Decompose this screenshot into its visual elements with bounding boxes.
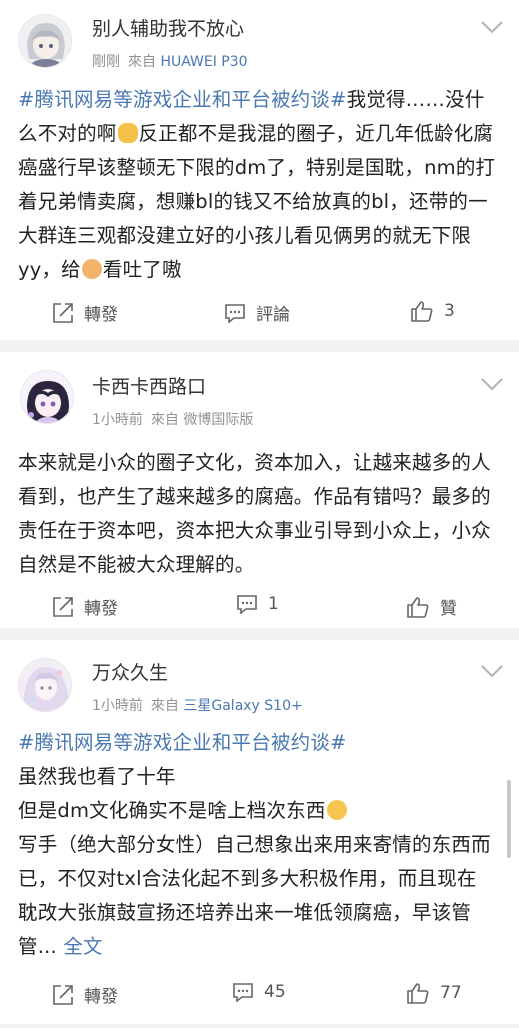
thumbs-up-icon — [407, 983, 429, 1004]
like-count: 77 — [440, 983, 462, 1003]
topic-link[interactable]: #腾讯网易等游戏企业和平台被约谈# — [18, 88, 347, 111]
old-man-emoji — [81, 259, 102, 279]
username[interactable]: 万众久生 — [92, 658, 168, 685]
post-text: 本来就是小众的圈子文化，资本加入，让越来越多的人看到，也产生了越来越多的腐癌。作… — [18, 451, 491, 576]
weibo-post: 别人辅助我不放心 剛剛 來自 HUAWEI P30 #腾讯网易等游戏企业和平台被约… — [0, 0, 519, 340]
like-button[interactable]: 77 — [406, 982, 462, 1004]
chevron-down-icon[interactable] — [481, 377, 503, 391]
username[interactable]: 卡西卡西路口 — [92, 372, 206, 399]
post-text: 看吐了嗷 — [102, 258, 182, 281]
like-count: 3 — [444, 301, 455, 321]
post-header: 别人辅助我不放心 剛剛 來自 HUAWEI P30 — [0, 0, 519, 70]
comment-icon — [233, 983, 253, 1002]
repost-button[interactable]: 轉發 — [52, 594, 118, 619]
post-text-span: 但是dm文化确实不是啥上档次东西 — [18, 799, 326, 822]
post-source[interactable]: 微博国际版 — [183, 412, 253, 428]
like-label: 贊 — [440, 599, 457, 619]
post-source[interactable]: HUAWEI P30 — [160, 54, 247, 70]
read-more-link[interactable]: 全文 — [63, 935, 102, 958]
username[interactable]: 别人辅助我不放心 — [92, 14, 244, 41]
comment-label: 評論 — [256, 305, 290, 325]
from-label: 來自 — [128, 54, 156, 70]
chevron-down-icon[interactable] — [481, 20, 503, 34]
action-bar: 轉發 45 77 — [0, 962, 519, 1028]
comment-button[interactable]: 1 — [236, 594, 279, 614]
post-content: 本来就是小众的圈子文化，资本加入，让越来越多的人看到，也产生了越来越多的腐癌。作… — [0, 422, 519, 582]
repost-icon — [53, 984, 73, 1005]
post-time: 1小時前 — [92, 698, 143, 714]
repost-button[interactable]: 轉發 — [52, 300, 118, 325]
action-bar: 轉發 1 贊 — [0, 574, 519, 640]
cat-face-emoji — [117, 123, 138, 143]
sleepy-face-emoji — [326, 800, 347, 820]
from-label: 來自 — [150, 698, 179, 714]
comment-button[interactable]: 45 — [232, 982, 286, 1002]
comment-count: 1 — [268, 594, 279, 614]
weibo-post: 万众久生 1小時前 來自 三星Galaxy S10+ #腾讯网易等游戏企业和平台被… — [0, 640, 519, 1024]
chevron-down-icon[interactable] — [481, 664, 503, 678]
from-label: 來自 — [150, 412, 179, 428]
thumbs-up-icon — [411, 301, 433, 322]
comment-count: 45 — [264, 982, 286, 1002]
post-text: 写手（绝大部分女性）自己想象出来用来寄情的东西而已，不仅对txl合法化起不到多大… — [18, 828, 495, 964]
post-header: 万众久生 1小時前 來自 三星Galaxy S10+ — [0, 640, 519, 714]
comment-icon — [225, 303, 245, 323]
post-text: 虽然我也看了十年 — [18, 765, 176, 788]
post-content: #腾讯网易等游戏企业和平台被约谈# 虽然我也看了十年 但是dm文化确实不是啥上档… — [0, 710, 519, 964]
repost-label: 轉發 — [84, 987, 118, 1007]
post-text: 但是dm文化确实不是啥上档次东西 — [18, 794, 495, 828]
avatar[interactable] — [20, 370, 74, 424]
post-content: #腾讯网易等游戏企业和平台被约谈#我觉得……没什么不对的啊 反正都不是我混的圈子，… — [0, 70, 519, 281]
repost-icon — [53, 302, 73, 323]
post-time: 剛剛 — [92, 54, 120, 70]
topic-link[interactable]: #腾讯网易等游戏企业和平台被约谈# — [18, 726, 495, 760]
post-time: 1小時前 — [92, 412, 143, 428]
avatar[interactable] — [18, 14, 72, 68]
repost-icon — [53, 596, 73, 617]
ellipsis: ... — [37, 935, 64, 958]
post-source[interactable]: 三星Galaxy S10+ — [183, 698, 302, 714]
comment-icon — [237, 595, 257, 614]
repost-label: 轉發 — [84, 599, 118, 619]
comment-button[interactable]: 評論 — [224, 300, 290, 325]
avatar[interactable] — [18, 658, 72, 712]
like-button[interactable]: 贊 — [406, 594, 457, 619]
post-meta: 1小時前 來自 微博国际版 — [92, 409, 253, 429]
like-button[interactable]: 3 — [410, 300, 455, 322]
thumbs-up-icon — [407, 596, 429, 618]
action-bar: 轉發 評論 3 — [0, 280, 519, 346]
post-meta: 剛剛 來自 HUAWEI P30 — [92, 51, 248, 71]
post-header: 卡西卡西路口 1小時前 來自 微博国际版 — [0, 352, 519, 428]
scrollbar[interactable] — [507, 780, 511, 858]
post-text: 反正都不是我混的圈子，近几年低龄化腐癌盛行早该整顿无下限的dm了，特别是国耽，n… — [18, 122, 496, 281]
post-meta: 1小時前 來自 三星Galaxy S10+ — [92, 695, 303, 715]
repost-button[interactable]: 轉發 — [52, 982, 118, 1007]
weibo-post: 卡西卡西路口 1小時前 來自 微博国际版 本来就是小众的圈子文化，资本加入，让越来… — [0, 352, 519, 628]
repost-label: 轉發 — [84, 305, 118, 325]
